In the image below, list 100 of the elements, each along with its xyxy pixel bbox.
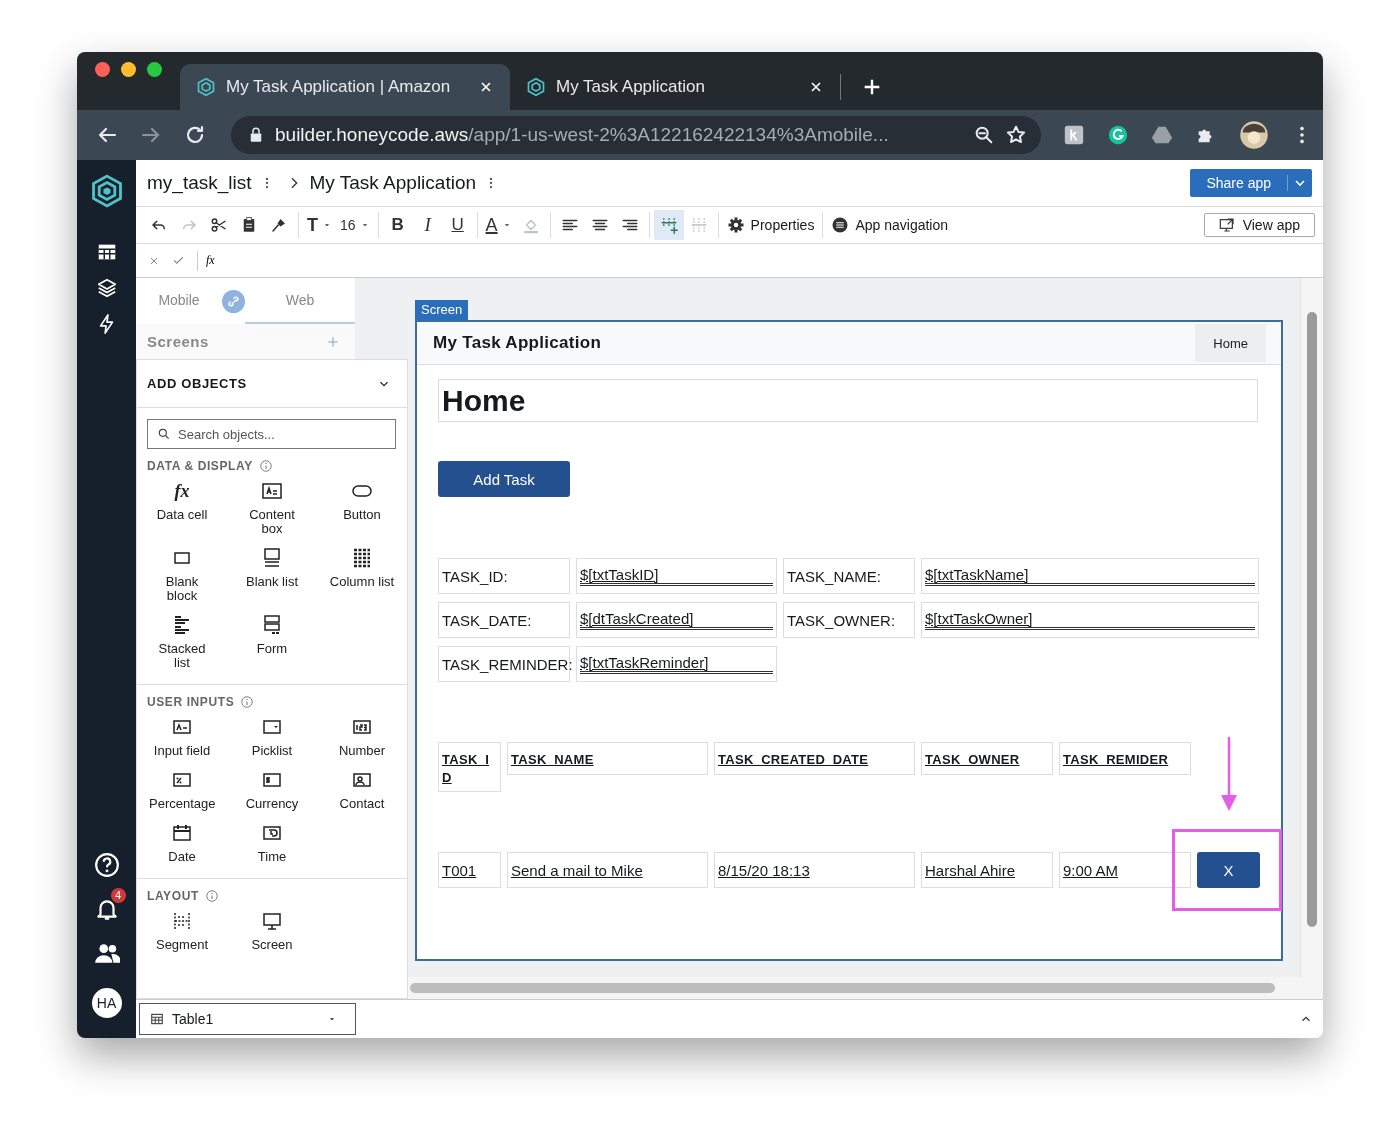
- object-tile[interactable]: Segment: [137, 909, 227, 952]
- field-label: TASK_NAME:: [783, 558, 915, 594]
- user-avatar[interactable]: HA: [91, 988, 122, 1018]
- section-title: USER INPUTS: [147, 695, 235, 709]
- object-tile[interactable]: Stacked list: [137, 613, 227, 670]
- object-tile[interactable]: Screen: [227, 909, 317, 952]
- breadcrumb-link[interactable]: my_task_list: [147, 172, 252, 194]
- object-tile[interactable]: Date: [137, 821, 227, 864]
- window-control-icon[interactable]: [147, 61, 162, 77]
- window-control-icon[interactable]: [121, 61, 136, 77]
- hexagon-icon: [526, 77, 546, 97]
- section-title: LAYOUT: [147, 889, 199, 903]
- object-label: Percentage: [149, 797, 215, 811]
- logo-icon[interactable]: [89, 174, 124, 208]
- window-control-icon[interactable]: [95, 61, 110, 77]
- value-field[interactable]: $[txtTaskName]: [921, 558, 1259, 594]
- app-title: My Task Application: [433, 333, 602, 353]
- info-icon[interactable]: [240, 695, 255, 709]
- screens-label: Screens: [147, 333, 209, 350]
- search-icon: [157, 427, 171, 441]
- extension-icon[interactable]: [1063, 124, 1085, 146]
- object-label: Segment: [154, 938, 209, 952]
- mode-tab[interactable]: Mobile: [136, 278, 222, 324]
- star-icon[interactable]: [1005, 124, 1027, 146]
- object-label: Blank block: [164, 575, 200, 603]
- italic-button[interactable]: I: [412, 210, 443, 240]
- insert-column-button[interactable]: [653, 210, 684, 240]
- object-label: Number: [337, 744, 387, 758]
- font-color-dropdown[interactable]: A: [481, 210, 516, 240]
- app-navigation-button[interactable]: App navigation: [827, 210, 953, 240]
- table-dropdown[interactable]: Table1: [139, 1003, 356, 1035]
- object-tile[interactable]: Input field: [137, 715, 227, 758]
- field-label: TASK_ID:: [438, 558, 570, 594]
- object-tile[interactable]: fx Data cell: [137, 479, 227, 536]
- field-label: TASK_DATE:: [438, 602, 570, 638]
- browser-tab[interactable]: My Task Application: [510, 64, 840, 110]
- delete-column-icon: [689, 216, 708, 234]
- navigation-icon: [831, 216, 850, 234]
- delete-button[interactable]: X: [1197, 852, 1260, 888]
- table-cell: 8/15/20 18:13: [714, 852, 915, 888]
- value-field[interactable]: $[txtTaskID]: [576, 558, 777, 594]
- object-tile[interactable]: Blank list: [227, 546, 317, 603]
- table-cell: 9:00 AM: [1059, 852, 1191, 888]
- object-label: Column list: [329, 575, 395, 589]
- page-heading: Home: [442, 383, 526, 418]
- column-header: TASK_OWNER: [921, 742, 1053, 775]
- add-objects-header[interactable]: ADD OBJECTS: [137, 360, 407, 408]
- object-tile[interactable]: Time: [227, 821, 317, 864]
- table-cell: T001: [438, 852, 501, 888]
- object-label: Blank list: [245, 575, 299, 589]
- info-icon[interactable]: [258, 459, 273, 473]
- screen-tag: Screen: [415, 300, 469, 320]
- object-tile[interactable]: Blank block: [137, 546, 227, 603]
- value-field[interactable]: $[txtTaskReminder]: [576, 646, 777, 682]
- search-field[interactable]: Search objects...: [147, 419, 396, 449]
- object-tile[interactable]: Number: [317, 715, 407, 758]
- object-tile[interactable]: Contact: [317, 768, 407, 811]
- value-field[interactable]: $[txtTaskOwner]: [921, 602, 1259, 638]
- bold-button[interactable]: B: [382, 210, 413, 240]
- table-icon: [150, 1012, 164, 1026]
- view-app-button[interactable]: View app: [1203, 213, 1315, 237]
- browser-tab[interactable]: My Task Application | Amazon: [180, 64, 510, 110]
- object-tile[interactable]: Currency: [227, 768, 317, 811]
- horizontal-scrollbar[interactable]: [410, 983, 1275, 993]
- check-icon[interactable]: [172, 254, 185, 267]
- object-label: Input field: [152, 744, 212, 758]
- object-tile[interactable]: Picklist: [227, 715, 317, 758]
- object-label: Screen: [250, 938, 294, 952]
- object-tile[interactable]: Button: [317, 479, 407, 536]
- address-field[interactable]: builder.honeycode.aws/app/1-us-west-2%3A122162422134%3Amobile...: [231, 116, 1041, 154]
- extension-icon[interactable]: [1107, 124, 1129, 146]
- table-cell: Harshal Ahire: [921, 852, 1053, 888]
- tab-title: My Task Application | Amazon: [226, 77, 452, 97]
- text-style-dropdown[interactable]: T: [303, 210, 336, 240]
- info-icon[interactable]: [204, 889, 219, 903]
- object-label: Date: [167, 850, 197, 864]
- properties-button[interactable]: Properties: [722, 210, 819, 240]
- hexagon-icon: [196, 77, 216, 97]
- zoom-icon[interactable]: [973, 124, 995, 146]
- object-label: Button: [342, 508, 382, 522]
- object-label: Time: [256, 850, 288, 864]
- object-tile[interactable]: Form: [227, 613, 317, 670]
- value-field[interactable]: $[dtTaskCreated]: [576, 602, 777, 638]
- scissors-icon: [210, 216, 228, 234]
- profile-avatar-icon[interactable]: [1239, 120, 1269, 150]
- share-app-button[interactable]: Share app: [1190, 169, 1312, 197]
- add-task-button[interactable]: Add Task: [438, 461, 570, 497]
- column-header: TASK_NAME: [507, 742, 708, 775]
- help-icon[interactable]: [93, 852, 120, 878]
- insert-column-icon: [659, 216, 678, 234]
- object-tile[interactable]: Percentage: [137, 768, 227, 811]
- tab-title: My Task Application: [556, 77, 706, 97]
- object-tile[interactable]: Column list: [317, 546, 407, 603]
- font-size-dropdown[interactable]: 16: [336, 210, 374, 240]
- vertical-scrollbar[interactable]: [1307, 312, 1317, 927]
- nav-tab[interactable]: Home: [1195, 324, 1266, 362]
- underline-button[interactable]: U: [442, 210, 473, 240]
- object-tile[interactable]: Content box: [227, 479, 317, 536]
- breadcrumb-link[interactable]: My Task Application: [309, 172, 477, 194]
- layers-icon[interactable]: [95, 277, 118, 299]
